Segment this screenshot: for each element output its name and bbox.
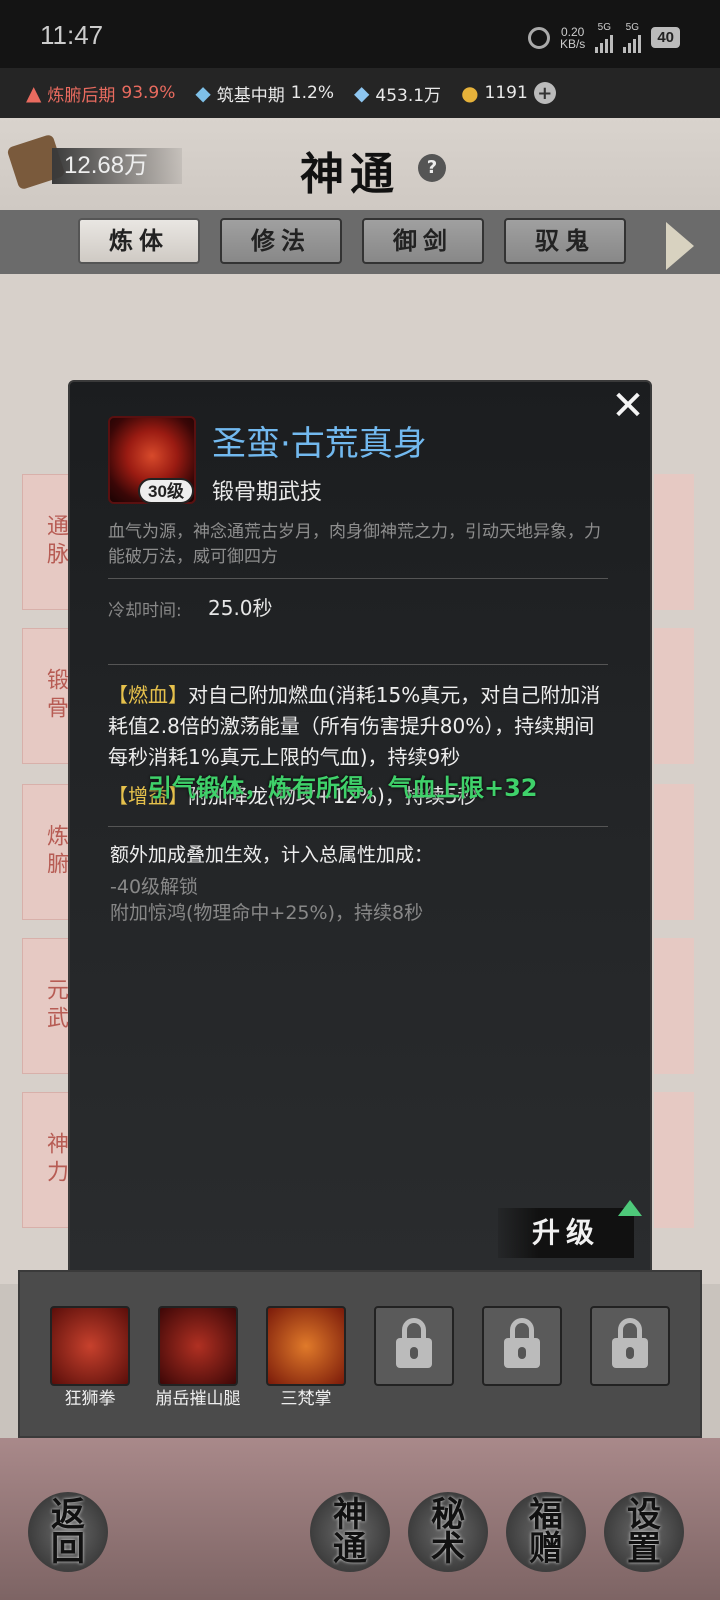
coin-icon: ● (461, 81, 479, 105)
nav-char: 赠 (529, 1529, 563, 1569)
fan-icon: ◆ (195, 81, 211, 105)
add-gold-icon[interactable]: + (533, 82, 556, 104)
stage-label: 筑基中期 (216, 85, 285, 106)
skill-slot-label: 三梵掌 (280, 1389, 332, 1409)
cultivation-stage-body[interactable]: ▲ 炼腑后期 93.9% (26, 81, 175, 106)
gold-counter[interactable]: ● 1191 + (461, 81, 556, 105)
upgrade-button[interactable]: 升级 (498, 1208, 634, 1258)
divider (108, 826, 608, 827)
side-right-panel (654, 938, 694, 1074)
divider (108, 664, 608, 665)
back-button[interactable]: 返 回 (28, 1492, 108, 1572)
battery-indicator: 40 (651, 27, 680, 48)
skill-slot-4[interactable] (374, 1306, 454, 1386)
nav-shentong-button[interactable]: 神 通 (310, 1492, 390, 1572)
signal-1: 5G (595, 22, 614, 53)
skill-slot-label: 崩岳摧山腿 (155, 1389, 241, 1409)
side-right-panel (654, 628, 694, 764)
nav-char: 设 (627, 1495, 661, 1535)
skill-slot-label: 狂狮拳 (64, 1389, 116, 1409)
nav-settings-button[interactable]: 设 置 (604, 1492, 684, 1572)
nav-char: 福 (529, 1495, 563, 1535)
speed-value: 0.20 (560, 24, 585, 39)
crystal-icon: ◆ (354, 81, 370, 105)
tab-magic[interactable]: 修法 (220, 218, 342, 264)
tab-ghost[interactable]: 驭鬼 (504, 218, 626, 264)
lock-icon (612, 1318, 648, 1368)
page-title: 神通 (300, 149, 400, 200)
nav-char: 神 (333, 1495, 367, 1535)
close-icon[interactable]: ✕ (608, 386, 648, 426)
stage-progress: 1.2% (290, 83, 334, 103)
stage-label: 炼腑后期 (47, 85, 116, 106)
nav-char: 返 (51, 1495, 85, 1535)
skill-slot-6[interactable] (590, 1306, 670, 1386)
skill-slot-2[interactable] (158, 1306, 238, 1386)
side-right-panel (654, 1092, 694, 1228)
skill-slot-5[interactable] (482, 1306, 562, 1386)
side-right-panel (654, 474, 694, 610)
signal-icon (623, 33, 642, 53)
help-icon[interactable]: ? (418, 154, 446, 182)
nav-char: 通 (333, 1529, 367, 1569)
lock-icon (504, 1318, 540, 1368)
extra-bonus-title: 额外加成叠加生效，计入总属性加成： (110, 844, 434, 866)
status-bar: 11:47 0.20 KB/s 5G 5G 40 (0, 0, 720, 68)
skill-slot-1[interactable] (50, 1306, 130, 1386)
effect-burn-blood: 【燃血】对自己附加燃血(消耗15%真元，对自己附加消耗值2.8倍的激荡能量（所有… (108, 680, 608, 773)
resource-bar: ▲ 炼腑后期 93.9% ◆ 筑基中期 1.2% ◆ 453.1万 ● 1191… (0, 68, 720, 118)
tab-body[interactable]: 炼体 (78, 218, 200, 264)
nav-fuzeng-button[interactable]: 福 赠 (506, 1492, 586, 1572)
skill-slot-3[interactable] (266, 1306, 346, 1386)
nav-char: 回 (51, 1529, 85, 1569)
signal-2: 5G (623, 22, 642, 53)
spirit-stone-value: 453.1万 (375, 85, 442, 106)
cooldown-label: 冷却时间: (108, 601, 182, 621)
tab-sword[interactable]: 御剑 (362, 218, 484, 264)
network-speed: 0.20 KB/s (560, 26, 585, 50)
signal-icon (595, 33, 614, 53)
net-label-2: 5G (625, 22, 639, 33)
skill-detail-dialog (68, 380, 652, 1280)
floating-reward-message: 引气锻体，炼有所得，气血上限+32 (148, 774, 538, 802)
upgrade-available-icon (618, 1200, 642, 1216)
side-right-panel (654, 784, 694, 920)
nav-char: 置 (627, 1529, 661, 1569)
nav-char: 术 (431, 1529, 465, 1569)
cultivation-stage-foundation[interactable]: ◆ 筑基中期 1.2% (195, 81, 334, 106)
category-tabs: 炼体 修法 御剑 驭鬼 (0, 210, 720, 274)
speed-unit: KB/s (559, 36, 586, 51)
spirit-stone-counter[interactable]: ◆ 453.1万 (354, 81, 441, 106)
extra-bonus-line: 附加惊鸿(物理命中+25%)，持续8秒 (110, 902, 424, 924)
skill-name: 圣蛮·古荒真身 (212, 424, 427, 464)
alarm-icon (527, 26, 550, 49)
status-time: 11:47 (40, 20, 104, 50)
effect-tag: 【燃血】 (108, 683, 188, 707)
stage-progress: 93.9% (121, 83, 176, 103)
stage-flame-icon: ▲ (26, 81, 42, 105)
nav-mishu-button[interactable]: 秘 术 (408, 1492, 488, 1572)
lock-icon (396, 1318, 432, 1368)
nav-char: 秘 (431, 1495, 465, 1535)
tab-next-arrow-icon[interactable] (666, 222, 694, 270)
status-icons: 0.20 KB/s 5G 5G 40 (527, 22, 680, 53)
skill-level-badge: 30级 (138, 478, 194, 504)
skill-description: 血气为源，神念通荒古岁月，肉身御神荒之力，引动天地异象，力能破万法，威可御四方 (108, 522, 601, 567)
divider (108, 578, 608, 579)
skill-points: 12.68万 (52, 148, 182, 184)
cooldown-value: 25.0秒 (208, 596, 273, 620)
extra-bonus-line: -40级解锁 (110, 876, 199, 898)
skill-type: 锻骨期武技 (212, 480, 323, 505)
gold-value: 1191 (484, 83, 528, 103)
net-label-1: 5G (597, 22, 611, 33)
